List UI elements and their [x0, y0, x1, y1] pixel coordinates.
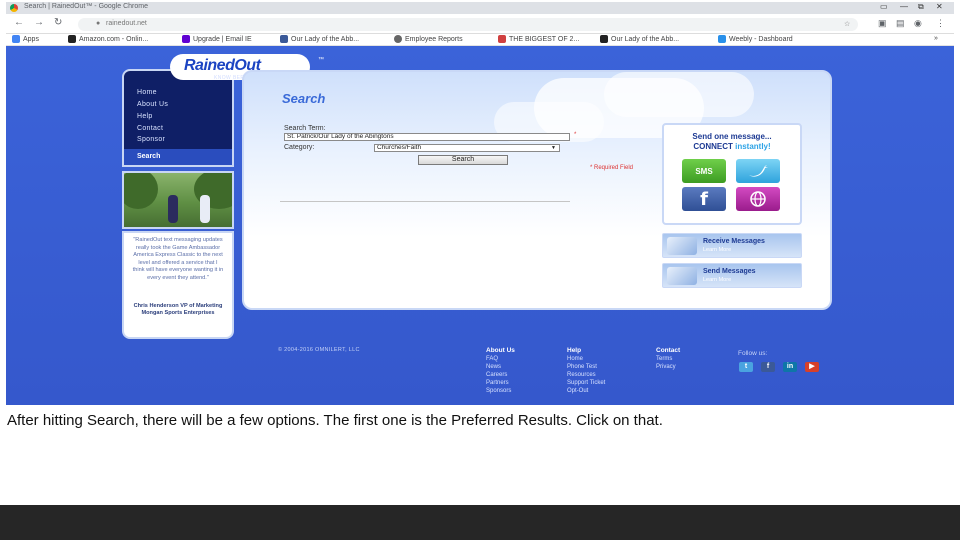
bookmark-wix[interactable]: Our Lady of the Abb...: [600, 35, 679, 43]
minimize-icon[interactable]: —: [900, 2, 908, 11]
testimonial: "RainedOut text messaging updates really…: [122, 231, 234, 339]
window-title: Search | RainedOut™ - Google Chrome: [24, 3, 148, 10]
nav-home[interactable]: Home: [137, 89, 157, 96]
profile-icon[interactable]: ◉: [914, 18, 922, 29]
slide-footer-bar: [0, 505, 960, 540]
bookmarks-more-icon[interactable]: »: [934, 35, 938, 42]
bookmark-facebook[interactable]: Our Lady of the Abb...: [280, 35, 359, 43]
reload-icon[interactable]: ↻: [54, 17, 62, 28]
lacrosse-photo: [122, 171, 234, 229]
category-select[interactable]: Churches/Faith ▼: [374, 144, 560, 152]
url-text: rainedout.net: [106, 20, 147, 27]
facebook-icon[interactable]: f: [761, 362, 775, 372]
receive-messages-banner[interactable]: Receive Messages Learn More: [662, 233, 802, 258]
footer-col-contact: Contact Terms Privacy: [656, 347, 681, 370]
apps-grid-icon: [12, 35, 20, 43]
laptop-image: [667, 267, 697, 285]
footer-col-about: About Us FAQ News Careers Partners Spons…: [486, 347, 515, 394]
twitter-icon[interactable]: [736, 159, 780, 183]
follow-us-label: Follow us:: [738, 350, 768, 357]
sms-icon[interactable]: SMS: [682, 159, 726, 183]
search-button[interactable]: Search: [418, 155, 508, 165]
facebook-icon: [280, 35, 288, 43]
facebook-icon[interactable]: f: [682, 187, 726, 211]
footer-col-help: Help Home Phone Test Resources Support T…: [567, 347, 606, 394]
youtube-icon[interactable]: ▶: [805, 362, 819, 372]
restore-icon[interactable]: ▭: [880, 2, 888, 11]
bookmark-yahoo[interactable]: Upgrade | Email IE: [182, 35, 252, 43]
search-term-label: Search Term:: [284, 125, 326, 132]
browser-screenshot: Search | RainedOut™ - Google Chrome ▭ — …: [6, 2, 954, 405]
extensions-icon[interactable]: ▤: [896, 18, 905, 29]
required-field-note: * Required Field: [590, 165, 634, 171]
bookmark-apps[interactable]: Apps: [12, 35, 39, 43]
address-bar[interactable]: ● rainedout.net ☆: [78, 18, 858, 31]
send-messages-banner[interactable]: Send Messages Learn More: [662, 263, 802, 288]
cast-icon[interactable]: ▣: [878, 18, 887, 29]
category-label: Category:: [284, 144, 315, 151]
bookmark-weebly[interactable]: Weebly - Dashboard: [718, 35, 793, 43]
weebly-icon: [718, 35, 726, 43]
wix-icon: [600, 35, 608, 43]
page-title: Search: [282, 91, 326, 106]
page-icon: [498, 35, 506, 43]
slide-caption: After hitting Search, there will be a fe…: [7, 412, 663, 429]
menu-icon[interactable]: ⋮: [936, 18, 945, 29]
twitter-icon[interactable]: t: [739, 362, 753, 372]
forward-arrow-icon[interactable]: →: [34, 17, 44, 28]
left-column: Home About Us Help Contact Sponsor Searc…: [122, 69, 234, 339]
title-bar: Search | RainedOut™ - Google Chrome ▭ — …: [6, 2, 954, 14]
phone-image: [667, 237, 697, 255]
testimonial-text: "RainedOut text messaging updates really…: [132, 237, 224, 281]
divider: [280, 201, 570, 202]
nav-about[interactable]: About Us: [137, 101, 168, 108]
nav-contact[interactable]: Contact: [137, 125, 163, 132]
browser-toolbar: ← → ↻ ● rainedout.net ☆ ▣ ▤ ◉ ⋮: [6, 14, 954, 34]
bookmark-amazon[interactable]: Amazon.com - Onlin...: [68, 35, 148, 43]
testimonial-author: Chris Henderson VP of Marketing Mongan S…: [133, 303, 223, 317]
bookmarks-bar: Apps Amazon.com - Onlin... Upgrade | Ema…: [6, 34, 954, 46]
linkedin-icon[interactable]: in: [783, 362, 797, 372]
bookmark-reports[interactable]: Employee Reports: [394, 35, 463, 43]
send-message-promo: Send one message... CONNECT instantly! S…: [662, 123, 802, 225]
chrome-logo-icon: [10, 4, 18, 12]
globe-icon[interactable]: [736, 187, 780, 211]
nav-help[interactable]: Help: [137, 113, 153, 120]
back-arrow-icon[interactable]: ←: [14, 17, 24, 28]
nav-search-active[interactable]: Search: [124, 149, 232, 165]
chevron-down-icon: ▼: [551, 145, 556, 151]
maximize-icon[interactable]: ⧉: [918, 2, 924, 12]
lock-icon: ●: [96, 20, 101, 27]
close-icon[interactable]: ✕: [936, 2, 943, 11]
copyright: © 2004-2016 OMNILERT, LLC: [278, 347, 360, 353]
star-icon[interactable]: ☆: [844, 20, 850, 28]
amazon-icon: [68, 35, 76, 43]
yahoo-icon: [182, 35, 190, 43]
web-page: Home About Us Help Contact Sponsor Searc…: [6, 47, 954, 405]
globe-icon: [394, 35, 402, 43]
required-asterisk: *: [574, 132, 577, 138]
nav-sponsor[interactable]: Sponsor: [137, 136, 165, 143]
search-term-input[interactable]: St. Patrick/Our Lady of the Abingtons: [284, 133, 570, 141]
bookmark-biggest[interactable]: THE BIGGEST OF 2...: [498, 35, 579, 43]
